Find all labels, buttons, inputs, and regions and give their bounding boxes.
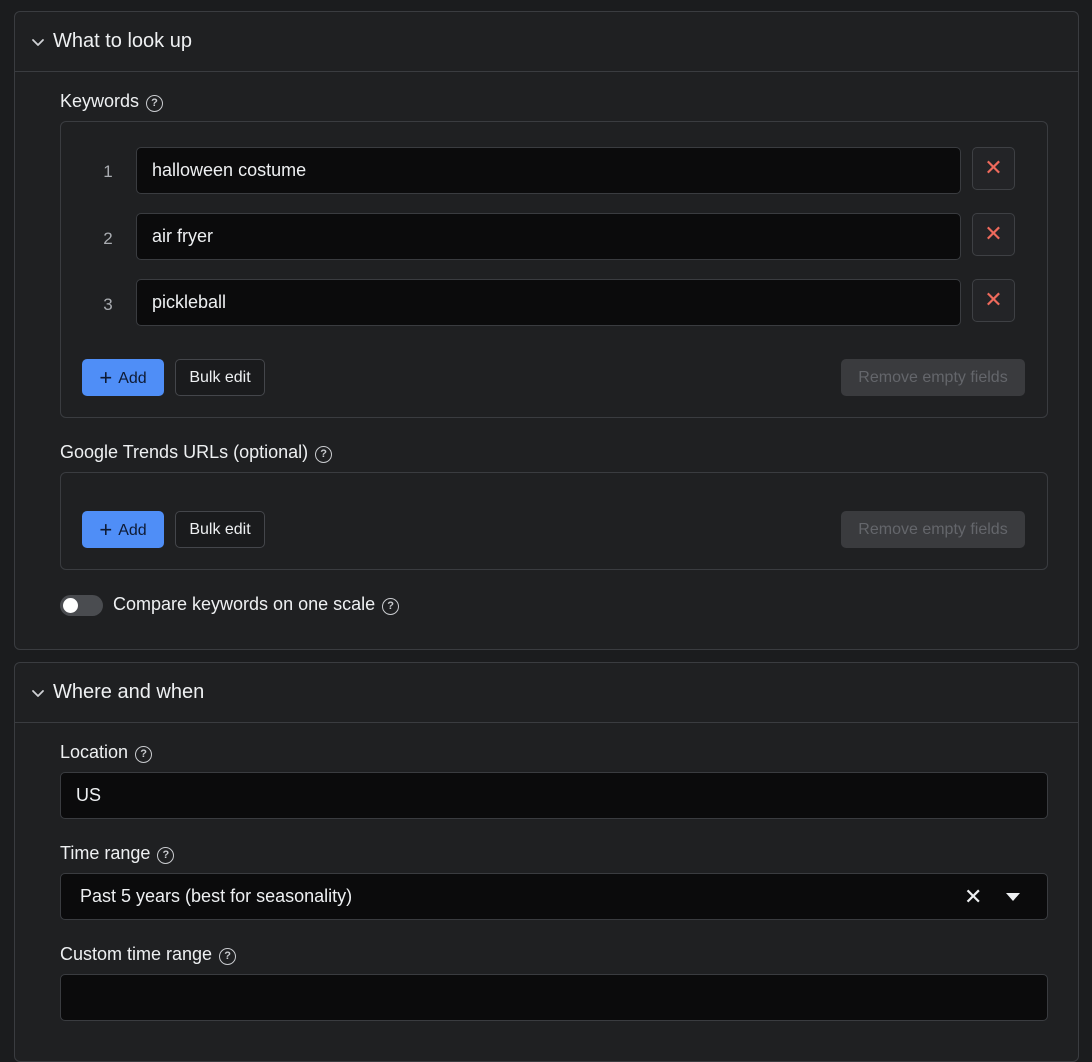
- time-range-select[interactable]: Past 5 years (best for seasonality) ✕: [60, 873, 1048, 920]
- trends-urls-box: + Add Bulk edit Remove empty fields: [60, 472, 1048, 570]
- plus-icon: +: [99, 517, 113, 542]
- chevron-down-icon[interactable]: [31, 35, 45, 49]
- keywords-label-text: Keywords: [60, 91, 140, 111]
- chevron-down-icon[interactable]: [31, 686, 45, 700]
- trends-urls-label-text: Google Trends URLs (optional): [60, 442, 309, 462]
- close-icon[interactable]: ✕: [964, 874, 982, 919]
- trends-urls-label: Google Trends URLs (optional)?: [60, 442, 333, 463]
- what-to-look-up-section: What to look up Keywords? 1 halloween co…: [14, 11, 1079, 650]
- section-title: Where and when: [53, 681, 205, 703]
- plus-icon: +: [99, 365, 113, 390]
- keywords-label: Keywords?: [60, 91, 164, 112]
- keywords-box: 1 halloween costume ✕ 2 air fryer ✕ 3 pi…: [60, 121, 1048, 418]
- toggle-knob: [63, 598, 78, 613]
- custom-time-range-label-text: Custom time range: [60, 944, 213, 964]
- section-title: What to look up: [53, 30, 192, 52]
- time-range-label: Time range?: [60, 843, 175, 864]
- add-label: Add: [118, 370, 147, 387]
- help-icon[interactable]: ?: [146, 95, 164, 112]
- keyword-input-3[interactable]: pickleball: [136, 279, 961, 326]
- bulk-edit-keywords-button[interactable]: Bulk edit: [175, 359, 265, 396]
- remove-keyword-3-button[interactable]: ✕: [972, 279, 1015, 322]
- compare-keywords-label: Compare keywords on one scale?: [113, 594, 400, 615]
- help-icon[interactable]: ?: [135, 746, 153, 763]
- location-input[interactable]: US: [60, 772, 1048, 819]
- close-icon: ✕: [984, 155, 1003, 180]
- compare-keywords-label-text: Compare keywords on one scale: [113, 594, 376, 614]
- keyword-row-number: 1: [103, 162, 113, 181]
- remove-keyword-2-button[interactable]: ✕: [972, 213, 1015, 256]
- close-icon: ✕: [984, 221, 1003, 246]
- help-icon[interactable]: ?: [315, 446, 333, 463]
- caret-down-icon[interactable]: [1006, 893, 1020, 901]
- where-and-when-section: Where and when Location? US Time range? …: [14, 662, 1079, 1062]
- help-icon[interactable]: ?: [219, 948, 237, 965]
- keyword-row-number: 2: [103, 229, 113, 248]
- what-to-look-up-header[interactable]: What to look up: [15, 12, 1078, 72]
- remove-empty-keywords-button[interactable]: Remove empty fields: [841, 359, 1025, 396]
- add-trends-url-button[interactable]: + Add: [82, 511, 164, 548]
- custom-time-range-input[interactable]: [60, 974, 1048, 1021]
- remove-empty-trends-urls-button[interactable]: Remove empty fields: [841, 511, 1025, 548]
- add-label: Add: [118, 522, 147, 539]
- keyword-input-2[interactable]: air fryer: [136, 213, 961, 260]
- time-range-value: Past 5 years (best for seasonality): [80, 886, 353, 906]
- custom-time-range-label: Custom time range?: [60, 944, 237, 965]
- keyword-row-number: 3: [103, 295, 113, 314]
- remove-keyword-1-button[interactable]: ✕: [972, 147, 1015, 190]
- location-label-text: Location: [60, 742, 129, 762]
- close-icon: ✕: [984, 287, 1003, 312]
- add-keyword-button[interactable]: + Add: [82, 359, 164, 396]
- location-label: Location?: [60, 742, 153, 763]
- help-icon[interactable]: ?: [157, 847, 175, 864]
- where-and-when-header[interactable]: Where and when: [15, 663, 1078, 723]
- help-icon[interactable]: ?: [382, 598, 400, 615]
- time-range-label-text: Time range: [60, 843, 151, 863]
- compare-keywords-toggle[interactable]: [60, 595, 103, 616]
- bulk-edit-trends-urls-button[interactable]: Bulk edit: [175, 511, 265, 548]
- keyword-input-1[interactable]: halloween costume: [136, 147, 961, 194]
